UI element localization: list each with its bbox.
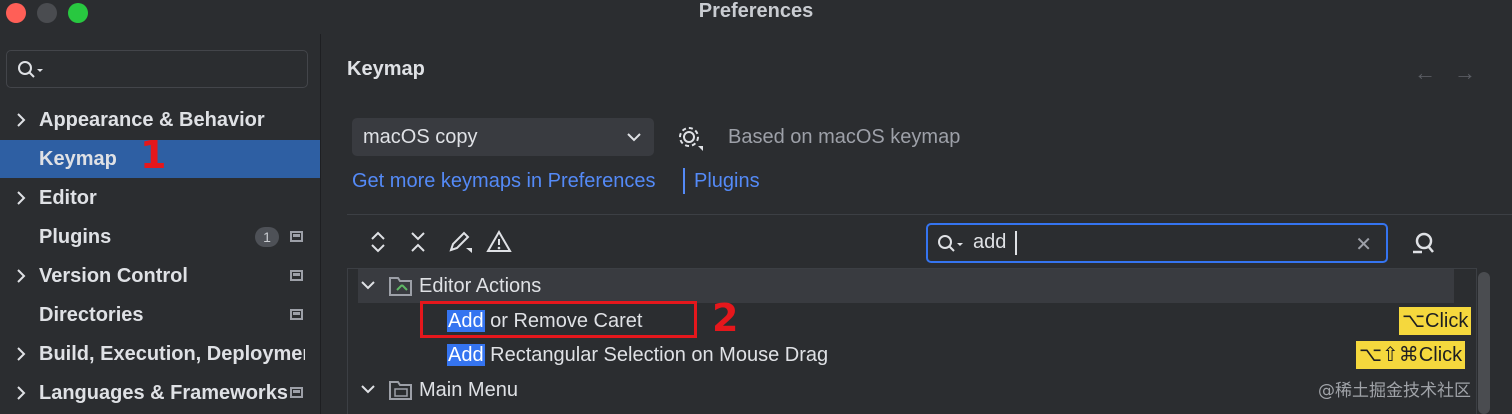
link-separator bbox=[683, 168, 685, 194]
action-search-input[interactable]: add ✕ bbox=[926, 223, 1388, 263]
folder-icon bbox=[389, 277, 412, 296]
sidebar-item-label: Languages & Frameworks bbox=[39, 382, 287, 404]
edit-shortcut-icon[interactable] bbox=[448, 230, 474, 254]
chevron-right-icon bbox=[17, 269, 26, 283]
folder-icon bbox=[389, 381, 412, 400]
chevron-right-icon bbox=[17, 347, 26, 361]
sidebar-item-label: Editor bbox=[39, 187, 97, 209]
sidebar-item-directories[interactable]: Directories bbox=[0, 296, 320, 334]
keymap-select-value: macOS copy bbox=[363, 126, 478, 148]
project-settings-icon bbox=[290, 309, 303, 320]
sidebar-item-editor[interactable]: Editor bbox=[0, 179, 320, 217]
window-title: Preferences bbox=[698, 0, 814, 22]
sidebar-item-label: Appearance & Behavior bbox=[39, 109, 265, 131]
shortcut-badge: ⌥Click bbox=[1399, 307, 1472, 335]
shortcut-badge: ⌥⇧⌘Click bbox=[1356, 341, 1466, 369]
plugins-link[interactable]: Plugins bbox=[694, 170, 760, 193]
search-match-highlight: Add bbox=[447, 344, 485, 366]
sidebar-item-label: Keymap bbox=[39, 148, 117, 170]
find-by-shortcut-icon[interactable] bbox=[1410, 230, 1438, 256]
search-query: add bbox=[973, 231, 1007, 253]
annotation-step-2: 2 bbox=[712, 296, 739, 340]
sidebar-item-label: Build, Execution, Deployment bbox=[39, 343, 305, 365]
annotation-highlight-box bbox=[420, 301, 697, 338]
sidebar-item-label: Directories bbox=[39, 304, 144, 326]
project-settings-icon bbox=[290, 231, 303, 242]
watermark: @稀土掘金技术社区 bbox=[1318, 381, 1471, 401]
actions-tree: Editor Actions Add or Remove Caret ⌥Clic… bbox=[347, 268, 1477, 414]
chevron-down-icon bbox=[361, 281, 375, 290]
text-cursor bbox=[1015, 231, 1017, 255]
page-title: Keymap bbox=[347, 58, 425, 80]
tree-group-main-menu[interactable]: Main Menu bbox=[348, 373, 1476, 407]
vertical-scrollbar[interactable] bbox=[1478, 272, 1490, 414]
sidebar-item-label: Version Control bbox=[39, 265, 188, 287]
gear-icon[interactable] bbox=[676, 124, 704, 152]
chevron-down-icon bbox=[361, 385, 375, 394]
action-row[interactable]: Add Rectangular Selection on Mouse Drag … bbox=[348, 338, 1476, 372]
tree-group-editor-actions[interactable]: Editor Actions bbox=[358, 269, 1454, 303]
annotation-step-1: 1 bbox=[140, 133, 167, 177]
chevron-right-icon bbox=[17, 191, 26, 205]
project-settings-icon bbox=[290, 270, 303, 281]
group-label: Main Menu bbox=[419, 379, 518, 401]
search-icon bbox=[18, 61, 43, 78]
updates-count-badge: 1 bbox=[255, 227, 279, 247]
collapse-all-icon[interactable] bbox=[408, 230, 428, 254]
get-more-keymaps-link[interactable]: Get more keymaps in Preferences bbox=[352, 170, 655, 193]
clear-search-icon[interactable]: ✕ bbox=[1355, 232, 1372, 257]
sidebar-item-version-control[interactable]: Version Control bbox=[0, 257, 320, 295]
title-bar: Preferences bbox=[0, 0, 1512, 26]
chevron-down-icon bbox=[627, 133, 641, 142]
action-label: Add Rectangular Selection on Mouse Drag bbox=[447, 344, 828, 367]
warning-icon[interactable] bbox=[486, 230, 512, 254]
group-label: Editor Actions bbox=[419, 275, 542, 297]
sidebar-item-languages-frameworks[interactable]: Languages & Frameworks bbox=[0, 374, 320, 412]
keymap-select[interactable]: macOS copy bbox=[352, 118, 654, 156]
section-divider bbox=[347, 214, 1512, 215]
sidebar-divider bbox=[320, 34, 321, 414]
sidebar-item-build-execution-deployment[interactable]: Build, Execution, Deployment bbox=[0, 335, 320, 373]
chevron-right-icon bbox=[17, 386, 26, 400]
settings-sidebar: Appearance & Behavior Keymap Editor Plug… bbox=[0, 34, 320, 414]
expand-all-icon[interactable] bbox=[368, 230, 388, 254]
forward-arrow-icon[interactable]: → bbox=[1454, 60, 1476, 86]
project-settings-icon bbox=[290, 387, 303, 398]
chevron-right-icon bbox=[17, 113, 26, 127]
search-icon bbox=[938, 235, 963, 252]
sidebar-search-input[interactable] bbox=[6, 50, 308, 88]
action-label-rest: Rectangular Selection on Mouse Drag bbox=[484, 344, 829, 366]
based-on-label: Based on macOS keymap bbox=[728, 126, 961, 148]
sidebar-item-plugins[interactable]: Plugins 1 bbox=[0, 218, 320, 256]
back-arrow-icon[interactable]: ← bbox=[1414, 60, 1436, 86]
